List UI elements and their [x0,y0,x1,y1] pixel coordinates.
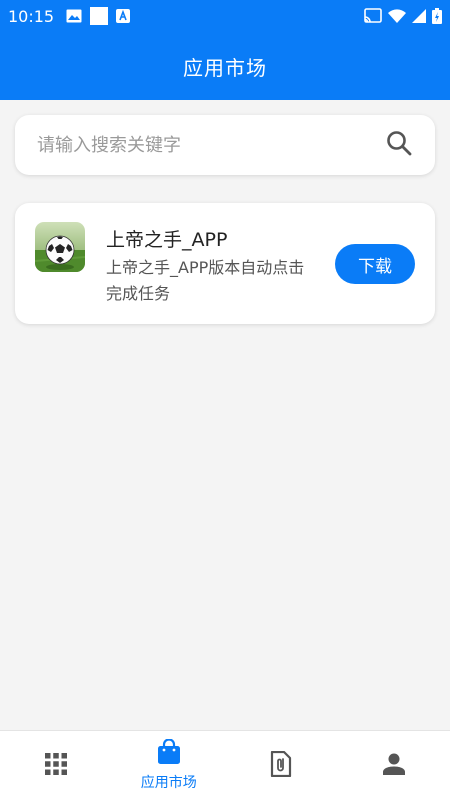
soccer-ball-icon [35,222,85,272]
download-button[interactable]: 下载 [335,244,415,284]
square-icon [90,7,109,25]
nav-item-grid[interactable] [0,731,113,800]
page-title: 应用市场 [183,55,267,80]
status-bar: 10:15 [0,0,450,32]
search-icon[interactable] [375,129,413,161]
grid-icon [45,752,68,779]
status-right-icons [364,8,442,24]
status-left-icons [66,7,131,25]
nav-item-documents[interactable] [225,731,338,800]
image-icon [66,9,82,23]
app-card[interactable]: 上帝之手_APP 上帝之手_APP版本自动点击完成任务 下载 [15,203,435,324]
shopping-bag-icon [157,738,181,769]
nav-label-app-market: 应用市场 [140,775,197,791]
search-box[interactable] [15,115,435,175]
signal-icon [412,9,426,23]
battery-icon [432,8,442,24]
status-time: 10:15 [8,6,55,26]
nav-item-app-market[interactable]: 应用市场 [113,731,226,800]
bottom-nav: 应用市场 [0,730,450,800]
nav-item-profile[interactable] [338,731,450,800]
person-icon [382,753,405,779]
header: 10:15 应用市场 [0,0,450,100]
a-badge-icon [116,9,131,23]
wifi-icon [388,9,406,23]
document-attachment-icon [270,750,292,781]
app-description: 上帝之手_APP版本自动点击完成任务 [106,258,305,303]
app-name: 上帝之手_APP [106,229,228,251]
search-input[interactable] [37,134,375,156]
title-bar: 应用市场 [0,32,450,100]
app-screen: 10:15 应用市场 请输入搜索关键字 上帝之手_APP 上帝之手_APP版本自… [0,0,450,800]
cast-icon [364,8,382,24]
